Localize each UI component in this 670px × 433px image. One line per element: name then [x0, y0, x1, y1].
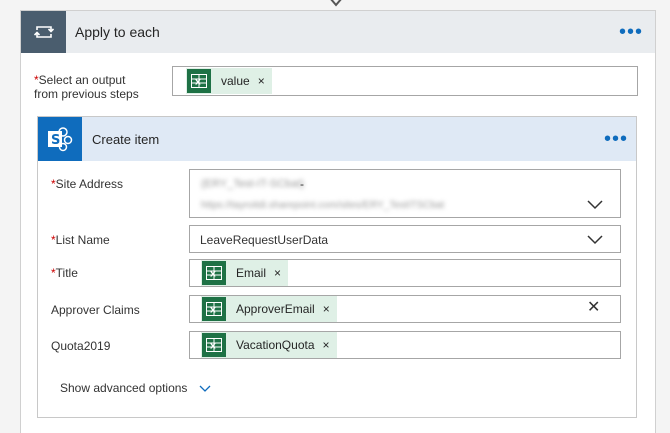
approver-claims-label: Approver Claims	[51, 303, 140, 317]
create-item-title: Create item	[92, 132, 160, 147]
title-token[interactable]: x Email ×	[201, 260, 289, 286]
title-label: *Title	[51, 266, 78, 280]
chevron-down-icon[interactable]	[587, 235, 603, 245]
chevron-down-icon[interactable]	[587, 200, 603, 210]
svg-text:x: x	[210, 306, 216, 316]
output-token[interactable]: x value ×	[186, 68, 272, 94]
excel-icon: x	[187, 69, 211, 93]
approver-claims-token[interactable]: x ApproverEmail ×	[201, 296, 337, 322]
remove-token-button[interactable]: ×	[258, 74, 265, 88]
quota-label: Quota2019	[51, 339, 111, 353]
site-address-url: https://tayroitdi.sharepoint.com/sites/E…	[201, 200, 445, 211]
approver-claims-input[interactable]: x ApproverEmail × ✕	[189, 295, 621, 323]
svg-text:x: x	[210, 342, 216, 352]
list-name-value: LeaveRequestUserData	[200, 233, 329, 247]
show-advanced-options-button[interactable]: Show advanced options	[60, 381, 211, 395]
site-address-name: (ERY_Test-IT-SCbat)	[201, 178, 305, 190]
list-name-label: *List Name	[51, 233, 110, 247]
sharepoint-icon: S	[38, 117, 82, 161]
svg-text:x: x	[210, 270, 216, 280]
excel-icon: x	[202, 297, 226, 321]
excel-icon: x	[202, 261, 226, 285]
remove-token-button[interactable]: ×	[323, 338, 330, 352]
loop-more-menu-button[interactable]: •••	[619, 22, 643, 42]
list-name-dropdown[interactable]: LeaveRequestUserData	[189, 225, 621, 253]
output-input[interactable]: x value ×	[172, 66, 638, 96]
approver-claims-token-label: ApproverEmail	[236, 302, 315, 316]
apply-to-each-title: Apply to each	[75, 24, 160, 40]
apply-to-each-header[interactable]: Apply to each •••	[21, 11, 655, 53]
svg-text:S: S	[51, 133, 60, 148]
loop-icon	[21, 11, 66, 53]
title-input[interactable]: x Email ×	[189, 259, 621, 287]
connector-arrow-icon	[330, 0, 342, 7]
site-address-dropdown[interactable]: (ERY_Test-IT-SCbat) - https://tayroitdi.…	[189, 169, 621, 218]
create-item-header[interactable]: S Create item •••	[38, 117, 636, 161]
action-more-menu-button[interactable]: •••	[604, 129, 628, 149]
clear-field-button[interactable]: ✕	[587, 300, 600, 316]
remove-token-button[interactable]: ×	[323, 302, 330, 316]
output-field-label: *Select an output from previous steps	[34, 73, 139, 101]
chevron-down-icon	[199, 385, 211, 392]
output-token-label: value	[221, 74, 250, 88]
excel-icon: x	[202, 333, 226, 357]
remove-token-button[interactable]: ×	[274, 266, 281, 280]
site-address-label: *Site Address	[51, 177, 124, 191]
title-token-label: Email	[236, 266, 267, 280]
quota-input[interactable]: x VacationQuota ×	[189, 331, 621, 359]
svg-text:x: x	[195, 78, 201, 88]
quota-token[interactable]: x VacationQuota ×	[201, 332, 337, 358]
quota-token-label: VacationQuota	[236, 338, 315, 352]
advanced-options-label: Show advanced options	[60, 381, 188, 395]
site-address-separator: -	[300, 177, 304, 191]
